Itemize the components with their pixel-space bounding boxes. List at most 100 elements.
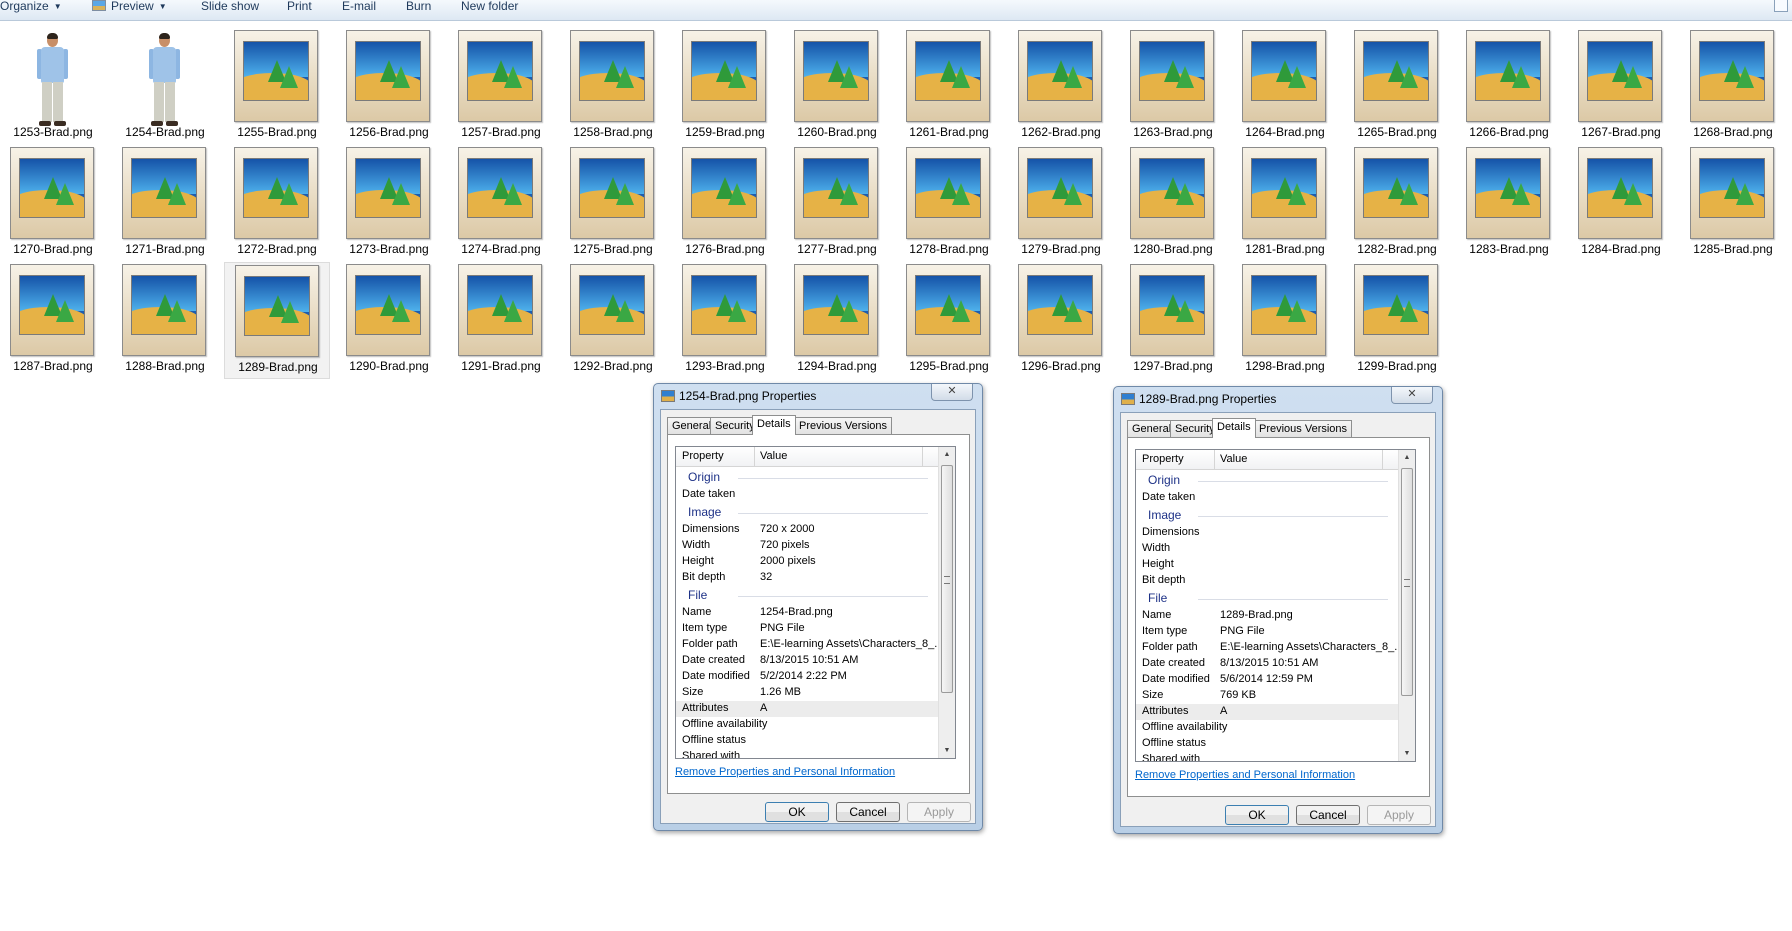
tab-previous-versions[interactable]: Previous Versions bbox=[794, 417, 893, 434]
help-button[interactable] bbox=[1774, 0, 1788, 12]
property-row[interactable]: Date created 8/13/2015 10:51 AM bbox=[1136, 656, 1398, 672]
file-item[interactable]: 1282-Brad.png bbox=[1344, 145, 1450, 262]
property-row[interactable]: Date taken bbox=[1136, 490, 1398, 506]
file-item[interactable]: 1272-Brad.png bbox=[224, 145, 330, 262]
file-item[interactable]: 1291-Brad.png bbox=[448, 262, 554, 379]
file-item[interactable]: 1279-Brad.png bbox=[1008, 145, 1114, 262]
property-row[interactable]: Width 720 pixels bbox=[676, 538, 938, 554]
cancel-button[interactable]: Cancel bbox=[1296, 805, 1360, 825]
remove-properties-link[interactable]: Remove Properties and Personal Informati… bbox=[675, 766, 895, 778]
property-row[interactable]: Offline status bbox=[1136, 736, 1398, 752]
file-item[interactable]: 1283-Brad.png bbox=[1456, 145, 1562, 262]
property-row[interactable]: Size 1.26 MB bbox=[676, 685, 938, 701]
property-row[interactable]: Dimensions bbox=[1136, 525, 1398, 541]
file-item[interactable]: 1264-Brad.png bbox=[1232, 28, 1338, 145]
scroll-up-icon[interactable]: ▲ bbox=[1399, 450, 1415, 465]
file-item[interactable]: 1298-Brad.png bbox=[1232, 262, 1338, 379]
property-row[interactable]: Offline availability bbox=[1136, 720, 1398, 736]
property-row[interactable]: Width bbox=[1136, 541, 1398, 557]
vertical-scrollbar[interactable]: ▲ ▼ bbox=[938, 447, 955, 758]
apply-button[interactable]: Apply bbox=[1367, 805, 1431, 825]
file-item[interactable]: 1295-Brad.png bbox=[896, 262, 1002, 379]
close-button[interactable]: ✕ bbox=[931, 384, 973, 401]
print-button[interactable]: Print bbox=[287, 0, 312, 14]
scrollbar-thumb[interactable] bbox=[941, 465, 953, 693]
property-row[interactable]: Dimensions 720 x 2000 bbox=[676, 522, 938, 538]
file-item[interactable]: 1284-Brad.png bbox=[1568, 145, 1674, 262]
file-item[interactable]: 1292-Brad.png bbox=[560, 262, 666, 379]
tab-general[interactable]: General bbox=[667, 417, 717, 434]
property-column-header[interactable]: Property bbox=[1142, 453, 1184, 465]
file-item[interactable]: 1271-Brad.png bbox=[112, 145, 218, 262]
file-item[interactable]: 1263-Brad.png bbox=[1120, 28, 1226, 145]
property-row[interactable]: Folder path E:\E-learning Assets\Characte… bbox=[1136, 640, 1403, 656]
apply-button[interactable]: Apply bbox=[907, 802, 971, 822]
property-row[interactable]: Offline status bbox=[676, 733, 938, 749]
file-item[interactable]: 1287-Brad.png bbox=[0, 262, 106, 379]
file-item[interactable]: 1262-Brad.png bbox=[1008, 28, 1114, 145]
property-row[interactable]: Name 1289-Brad.png bbox=[1136, 608, 1398, 624]
file-item[interactable]: 1255-Brad.png bbox=[224, 28, 330, 145]
preview-menu[interactable]: Preview ▼ bbox=[92, 0, 167, 14]
property-row[interactable]: Date modified 5/2/2014 2:22 PM bbox=[676, 669, 938, 685]
file-item[interactable]: 1274-Brad.png bbox=[448, 145, 554, 262]
file-item[interactable]: 1277-Brad.png bbox=[784, 145, 890, 262]
close-button[interactable]: ✕ bbox=[1391, 387, 1433, 404]
file-item[interactable]: 1265-Brad.png bbox=[1344, 28, 1450, 145]
remove-properties-link[interactable]: Remove Properties and Personal Informati… bbox=[1135, 769, 1355, 781]
property-row[interactable]: Bit depth bbox=[1136, 573, 1398, 589]
scroll-down-icon[interactable]: ▼ bbox=[939, 743, 955, 758]
file-item[interactable]: 1293-Brad.png bbox=[672, 262, 778, 379]
property-row[interactable]: Folder path E:\E-learning Assets\Characte… bbox=[676, 637, 943, 653]
new-folder-button[interactable]: New folder bbox=[461, 0, 518, 14]
file-item[interactable]: 1278-Brad.png bbox=[896, 145, 1002, 262]
property-list[interactable]: Property Value Origin Date taken Image Dimens… bbox=[1135, 449, 1416, 762]
file-item[interactable]: 1257-Brad.png bbox=[448, 28, 554, 145]
file-item[interactable]: 1280-Brad.png bbox=[1120, 145, 1226, 262]
file-item[interactable]: 1297-Brad.png bbox=[1120, 262, 1226, 379]
file-item[interactable]: 1259-Brad.png bbox=[672, 28, 778, 145]
scrollbar-thumb[interactable] bbox=[1401, 468, 1413, 696]
property-row[interactable]: Attributes A bbox=[676, 701, 938, 717]
scroll-down-icon[interactable]: ▼ bbox=[1399, 746, 1415, 761]
email-button[interactable]: E-mail bbox=[342, 0, 376, 14]
ok-button[interactable]: OK bbox=[765, 802, 829, 822]
slideshow-button[interactable]: Slide show bbox=[201, 0, 259, 14]
property-row[interactable]: Shared with bbox=[676, 749, 938, 758]
property-row[interactable]: Item type PNG File bbox=[1136, 624, 1398, 640]
property-row[interactable]: Shared with bbox=[1136, 752, 1398, 761]
property-row[interactable]: Bit depth 32 bbox=[676, 570, 938, 586]
file-item[interactable]: 1260-Brad.png bbox=[784, 28, 890, 145]
file-item[interactable]: 1281-Brad.png bbox=[1232, 145, 1338, 262]
property-row[interactable]: Offline availability bbox=[676, 717, 938, 733]
scroll-up-icon[interactable]: ▲ bbox=[939, 447, 955, 462]
organize-menu[interactable]: Organize ▼ bbox=[0, 0, 62, 14]
vertical-scrollbar[interactable]: ▲ ▼ bbox=[1398, 450, 1415, 761]
tab-details[interactable]: Details bbox=[1212, 418, 1256, 438]
tab-details[interactable]: Details bbox=[752, 415, 796, 435]
property-column-header[interactable]: Property bbox=[682, 450, 724, 462]
ok-button[interactable]: OK bbox=[1225, 805, 1289, 825]
property-row[interactable]: Size 769 KB bbox=[1136, 688, 1398, 704]
file-item[interactable]: 1299-Brad.png bbox=[1344, 262, 1450, 379]
file-item[interactable]: 1266-Brad.png bbox=[1456, 28, 1562, 145]
file-item[interactable]: 1270-Brad.png bbox=[0, 145, 106, 262]
property-row[interactable]: Date modified 5/6/2014 12:59 PM bbox=[1136, 672, 1398, 688]
file-item[interactable]: 1256-Brad.png bbox=[336, 28, 442, 145]
tab-general[interactable]: General bbox=[1127, 420, 1177, 437]
file-item[interactable]: 1289-Brad.png bbox=[224, 262, 330, 379]
cancel-button[interactable]: Cancel bbox=[836, 802, 900, 822]
file-item[interactable]: 1296-Brad.png bbox=[1008, 262, 1114, 379]
file-item[interactable]: 1254-Brad.png bbox=[112, 28, 218, 145]
file-item[interactable]: 1258-Brad.png bbox=[560, 28, 666, 145]
file-item[interactable]: 1290-Brad.png bbox=[336, 262, 442, 379]
file-item[interactable]: 1253-Brad.png bbox=[0, 28, 106, 145]
file-item[interactable]: 1276-Brad.png bbox=[672, 145, 778, 262]
file-item[interactable]: 1261-Brad.png bbox=[896, 28, 1002, 145]
file-item[interactable]: 1288-Brad.png bbox=[112, 262, 218, 379]
file-item[interactable]: 1273-Brad.png bbox=[336, 145, 442, 262]
burn-button[interactable]: Burn bbox=[406, 0, 431, 14]
property-row[interactable]: Item type PNG File bbox=[676, 621, 938, 637]
value-column-header[interactable]: Value bbox=[760, 450, 787, 462]
property-row[interactable]: Height 2000 pixels bbox=[676, 554, 938, 570]
